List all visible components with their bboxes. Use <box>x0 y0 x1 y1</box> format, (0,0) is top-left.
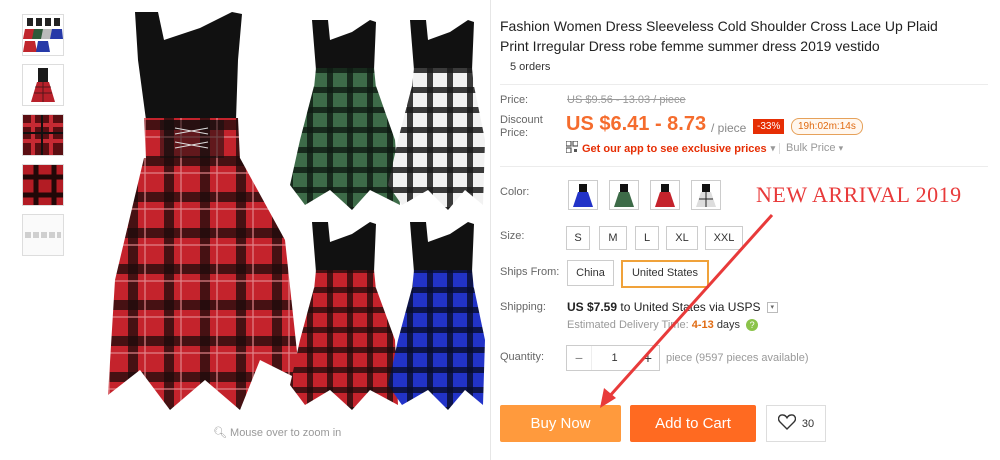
quantity-input[interactable]: 1 <box>592 352 637 364</box>
size-option-xxl[interactable]: XXL <box>705 226 743 250</box>
size-option-xl[interactable]: XL <box>666 226 698 250</box>
thumbnail-2[interactable] <box>22 64 64 106</box>
qr-code-icon <box>565 140 579 156</box>
quantity-decrease-button[interactable]: − <box>567 346 592 370</box>
product-title: Fashion Women Dress Sleeveless Cold Shou… <box>500 18 938 54</box>
color-swatch-blue[interactable] <box>568 180 598 210</box>
chevron-down-icon: ▾ <box>770 143 776 153</box>
divider <box>500 166 988 167</box>
estimated-delivery: Estimated Delivery Time: 4-13 days ? <box>567 319 759 332</box>
color-swatch-green[interactable] <box>609 180 639 210</box>
column-divider <box>490 0 491 460</box>
help-icon[interactable]: ? <box>746 319 759 332</box>
quantity-increase-button[interactable]: + <box>637 346 659 370</box>
buy-now-button[interactable]: Buy Now <box>500 405 621 442</box>
discount-price-label: Discount Price: <box>500 114 543 139</box>
zoom-hint: 🔍︎ Mouse over to zoom in <box>213 427 342 439</box>
ships-from-china[interactable]: China <box>567 260 614 286</box>
color-swatch-white[interactable] <box>691 180 721 210</box>
discount-badge: -33% <box>753 119 785 134</box>
countdown-timer: 19h:02m:14s <box>791 118 863 135</box>
wishlist-button[interactable]: 30 <box>766 405 826 442</box>
price-unit: / piece <box>711 121 747 135</box>
delivery-days: 4-13 <box>691 319 714 331</box>
orders-count: 5 orders <box>510 61 551 73</box>
add-to-cart-button[interactable]: Add to Cart <box>630 405 756 442</box>
shipping-cost: US $7.59 to United States via USPS ▾ <box>567 300 778 314</box>
size-option-l[interactable]: L <box>635 226 659 250</box>
price-label: Price: <box>500 94 529 106</box>
color-swatch-red[interactable] <box>650 180 680 210</box>
size-option-m[interactable]: M <box>599 226 627 250</box>
product-main-image[interactable] <box>80 0 485 420</box>
app-promo-link[interactable]: Get our app to see exclusive prices ▾ <box>565 140 776 156</box>
color-label: Color: <box>500 186 530 198</box>
thumbnail-1[interactable] <box>22 14 64 56</box>
quantity-stepper: − 1 + <box>566 345 660 371</box>
shipping-route: to United States via USPS <box>620 300 761 314</box>
ships-from-united-states[interactable]: United States <box>621 260 709 288</box>
chevron-down-icon: ▾ <box>838 143 844 153</box>
shipping-price: US $7.59 <box>567 300 618 314</box>
thumbnail-strip <box>22 14 66 264</box>
heart-icon <box>777 414 796 433</box>
thumbnail-3[interactable] <box>22 114 64 156</box>
bulk-price-toggle[interactable]: Bulk Price ▾ <box>778 142 844 154</box>
thumbnail-4[interactable] <box>22 164 64 206</box>
shipping-dropdown-icon[interactable]: ▾ <box>766 302 778 314</box>
shipping-label: Shipping: <box>500 301 546 313</box>
stock-note: piece (9597 pieces available) <box>666 352 809 364</box>
ships-from-label: Ships From: <box>500 266 560 278</box>
thumbnail-5[interactable] <box>22 214 64 256</box>
size-option-s[interactable]: S <box>566 226 590 250</box>
divider <box>500 84 988 85</box>
original-price: US $9.56 - 13.03 / piece <box>567 94 686 106</box>
quantity-label: Quantity: <box>500 351 545 363</box>
wishlist-count: 30 <box>801 417 815 430</box>
new-arrival-annotation: NEW ARRIVAL 2019 <box>756 182 962 207</box>
magnifier-icon: 🔍︎ <box>213 427 227 439</box>
discount-price: US $6.41 - 8.73 <box>566 113 707 135</box>
size-label: Size: <box>500 230 525 242</box>
